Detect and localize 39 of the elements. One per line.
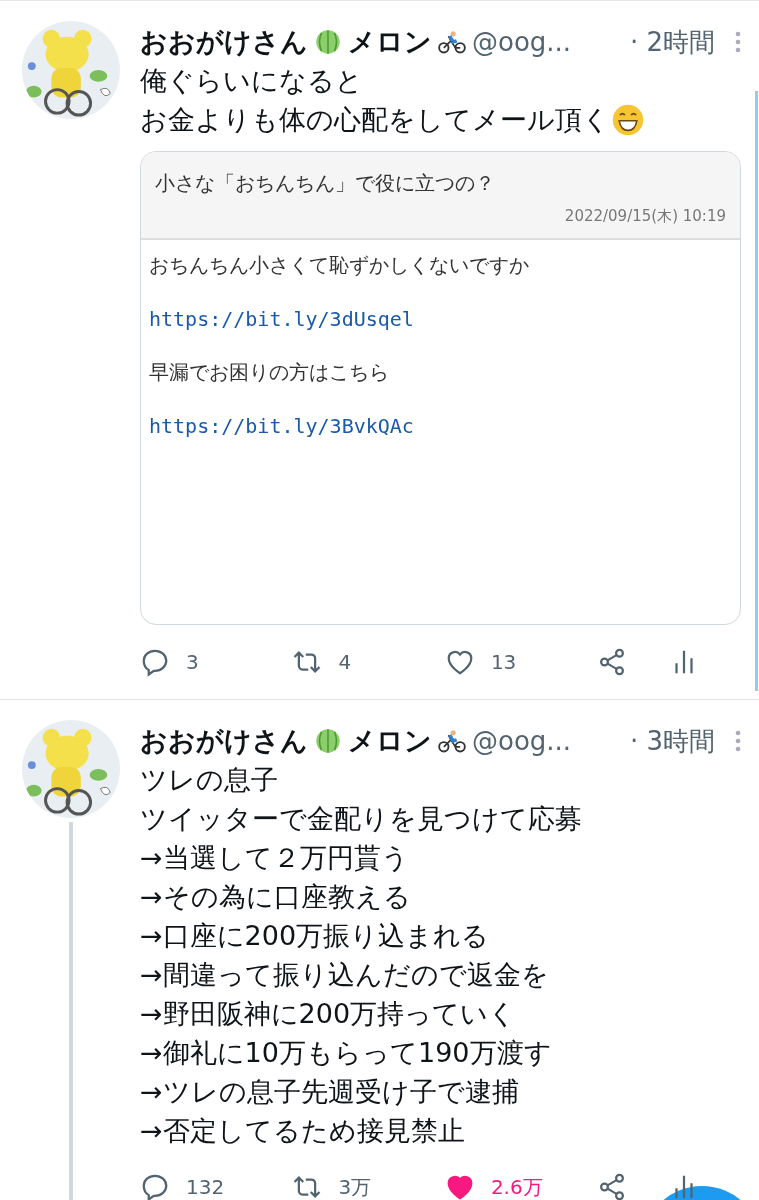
user-handle: @oog... [472, 27, 572, 57]
display-name: メロン [348, 25, 432, 59]
tweet-text: 俺ぐらいになると [140, 64, 363, 98]
card-link[interactable]: https://bit.ly/3dUsqel [149, 307, 414, 331]
tweet-text: →御礼に10万もらって190万渡す [140, 1036, 552, 1070]
tweet-text: ツレの息子 [140, 763, 278, 797]
card-date: 2022/09/15(木) 10:19 [563, 207, 726, 226]
tweet-text: →その為に口座教える [140, 880, 411, 914]
display-name: おおがけさん [140, 724, 308, 758]
display-name: おおがけさん [140, 25, 308, 59]
tweet-text: ツイッターで金配りを見つけて応募 [140, 802, 582, 836]
card-title: 小さな「おちんちん」で役に立つの？ [155, 170, 496, 197]
melon-icon [314, 29, 342, 55]
tweet-text: →否定してるため接見禁止 [140, 1114, 465, 1148]
reply-count: 3 [186, 650, 199, 674]
post-time: · 3時間 [629, 724, 715, 758]
like-count: 2.6万 [490, 1173, 543, 1200]
like-count: 13 [490, 650, 517, 674]
card-link[interactable]: https://bit.ly/3BvkQAc [149, 414, 414, 438]
card-text: 早漏でお困りの方はこちら [149, 359, 389, 386]
reply-icon[interactable] [140, 647, 170, 677]
card-text: おちんちん小さくて恥ずかしくないですか [149, 252, 529, 279]
reply-count: 132 [186, 1175, 225, 1199]
tweet-text: →野田阪神に200万持っていく [140, 997, 517, 1031]
tweet-text: お金よりも体の心配をしてメール頂く [140, 103, 610, 137]
reply-icon[interactable] [140, 1172, 170, 1200]
tweet-text: →当選して２万円貰う [140, 841, 409, 875]
link-card[interactable]: 小さな「おちんちん」で役に立つの？ 2022/09/15(木) 10:19 おちんちん小さくて恥ずかしくないですか https://bit.ly/3dUsqel 早漏でお困りの方はこちら https://bit.ly/3BvkQAc [140, 151, 741, 625]
retweet-count: 3万 [338, 1173, 372, 1200]
cyclist-icon [438, 29, 466, 55]
tweet-text: →ツレの息子先週受け子で逮捕 [140, 1075, 519, 1109]
retweet-count: 4 [338, 650, 352, 674]
tweet-text: →間違って振り込んだので返金を [140, 958, 549, 992]
display-name: メロン [348, 724, 432, 758]
post-time: · 2時間 [629, 25, 715, 59]
melon-icon [314, 728, 342, 754]
tweet-text: →口座に200万振り込まれる [140, 919, 490, 953]
user-handle: @oog... [472, 726, 572, 756]
cyclist-icon [438, 728, 466, 754]
